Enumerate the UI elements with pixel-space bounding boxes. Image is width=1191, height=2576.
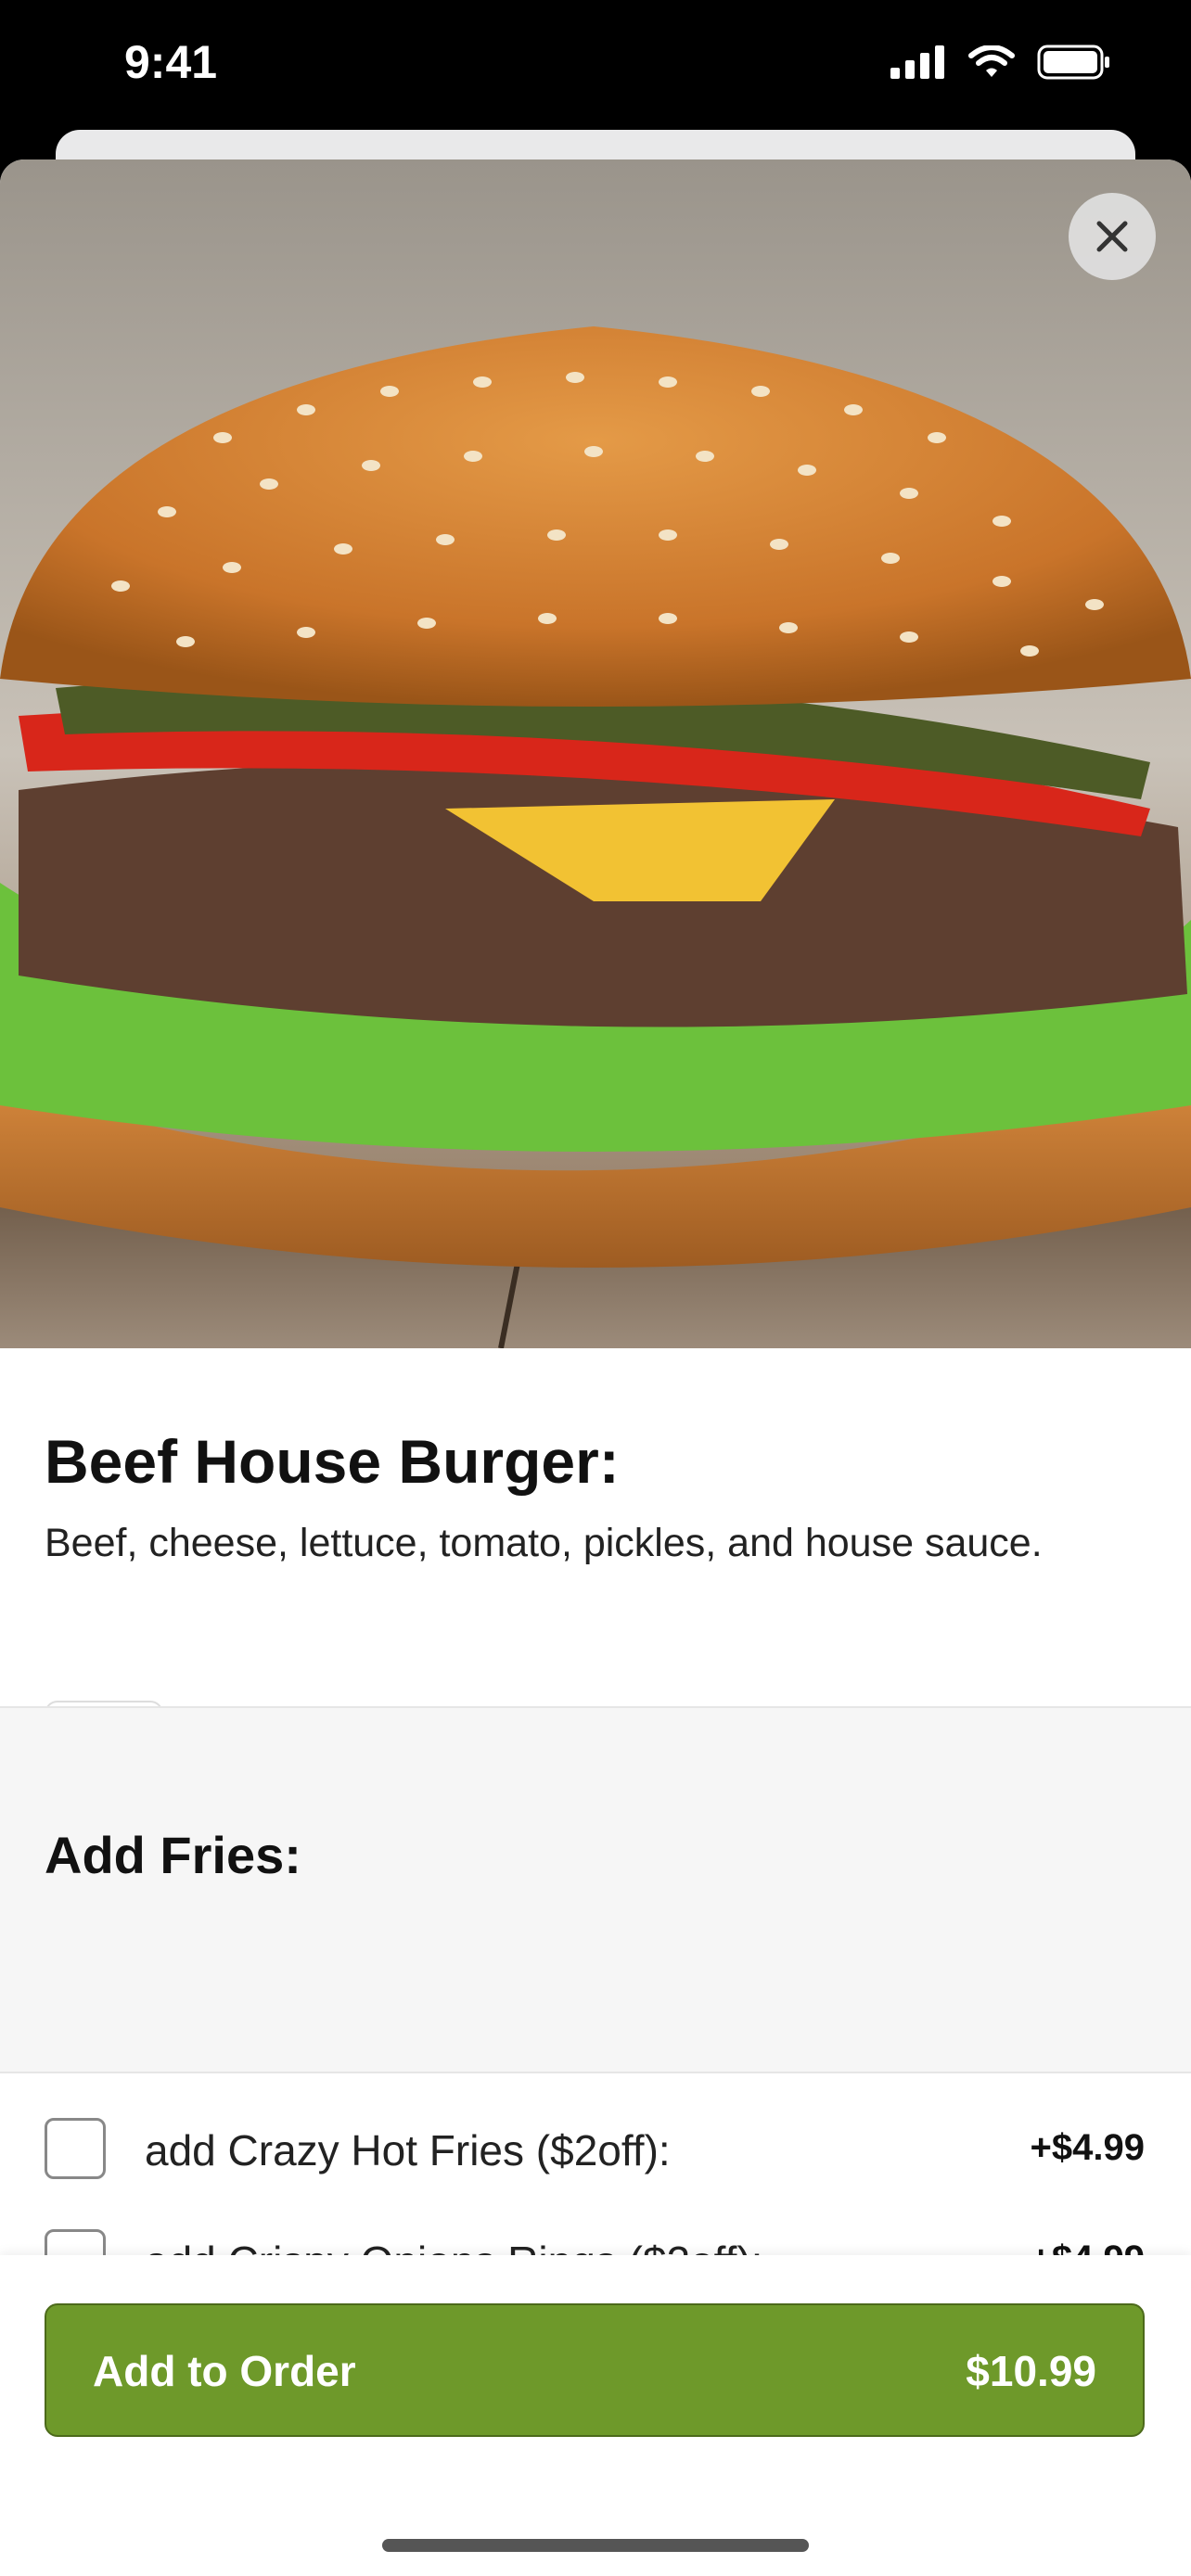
close-icon xyxy=(1096,221,1128,252)
option-price: +$4.99 xyxy=(1030,2127,1145,2168)
status-time: 9:41 xyxy=(124,36,218,88)
add-to-order-button[interactable]: Add to Order $10.99 xyxy=(45,2303,1145,2437)
option-label: add Crazy Hot Fries ($2off): xyxy=(145,2126,671,2174)
product-title: Beef House Burger: xyxy=(45,1427,620,1496)
wifi-icon xyxy=(968,45,1015,77)
product-image xyxy=(0,159,1191,1348)
close-button[interactable] xyxy=(1069,193,1156,280)
option-checkbox[interactable] xyxy=(45,2118,106,2179)
section-title: Add Fries: xyxy=(45,1826,301,1884)
add-to-order-label: Add to Order xyxy=(93,2347,356,2395)
fries-section-header xyxy=(0,1706,1191,2073)
order-total-price: $10.99 xyxy=(966,2347,1096,2395)
home-indicator xyxy=(382,2539,809,2552)
product-description: Beef, cheese, lettuce, tomato, pickles, … xyxy=(45,1521,1043,1565)
section-divider xyxy=(0,2072,1191,2073)
battery-icon xyxy=(1037,45,1109,80)
signal-icon xyxy=(890,45,944,79)
option-row[interactable]: add Crazy Hot Fries ($2off): +$4.99 xyxy=(0,2099,1191,2201)
status-icons xyxy=(890,45,1111,80)
status-bar: 9:41 xyxy=(0,0,1191,148)
bottom-bar: Add to Order $10.99 xyxy=(0,2255,1191,2576)
